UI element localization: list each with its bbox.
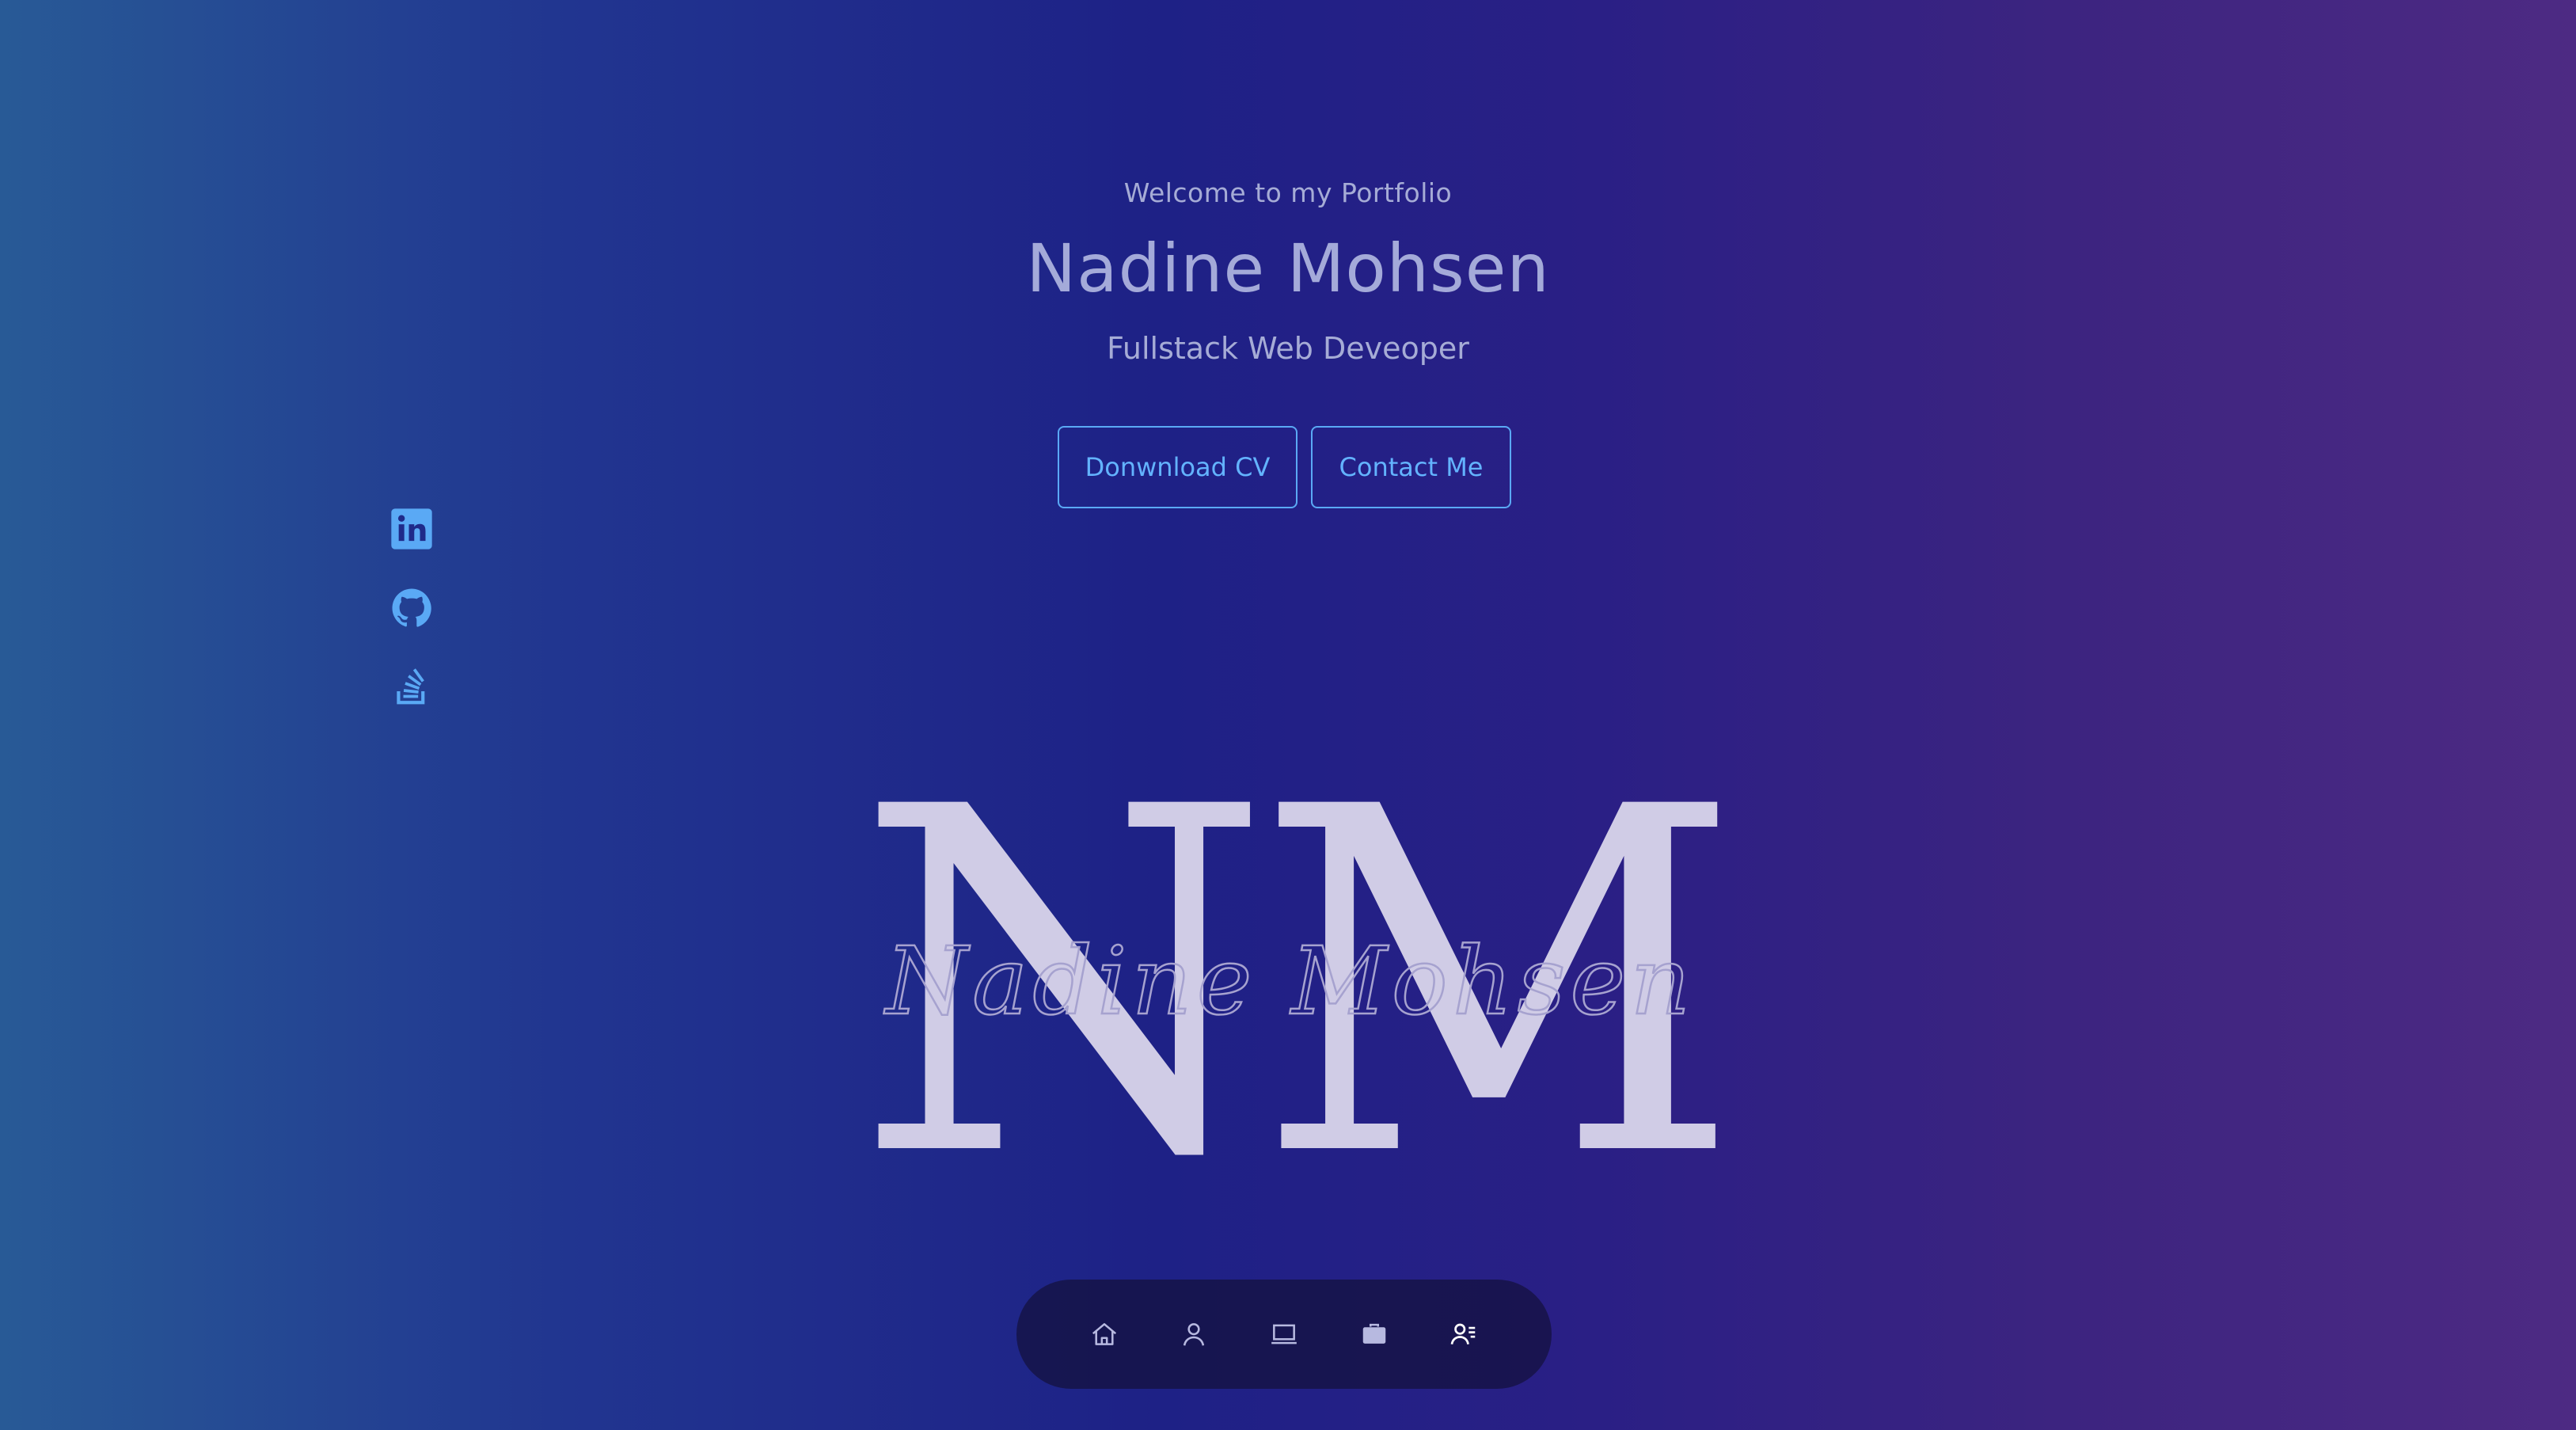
- download-cv-button[interactable]: Donwnload CV: [1058, 426, 1297, 508]
- nav-portfolio[interactable]: [1349, 1309, 1400, 1360]
- nm-monogram-logo: NM Nadine Mohsen: [855, 760, 1726, 1188]
- linkedin-link[interactable]: [389, 507, 434, 551]
- linkedin-icon: [391, 508, 432, 550]
- briefcase-icon: [1362, 1323, 1385, 1344]
- signature-text: Nadine Mohsen: [883, 926, 1695, 1036]
- nav-contact[interactable]: [1438, 1309, 1489, 1360]
- nav-home[interactable]: [1079, 1309, 1130, 1360]
- home-icon: [1092, 1323, 1116, 1345]
- github-link[interactable]: [389, 586, 434, 630]
- nav-experience[interactable]: [1259, 1309, 1309, 1360]
- role-subtitle: Fullstack Web Deveoper: [1107, 331, 1469, 366]
- bottom-nav-dock: [1016, 1280, 1552, 1389]
- welcome-text: Welcome to my Portfolio: [1123, 177, 1453, 208]
- stackoverflow-icon: [397, 668, 425, 705]
- stackoverflow-link[interactable]: [389, 664, 434, 708]
- laptop-icon: [1271, 1324, 1297, 1344]
- user-icon: [1184, 1323, 1205, 1346]
- contact-me-button[interactable]: Contact Me: [1311, 426, 1511, 508]
- contact-list-icon: [1450, 1323, 1476, 1344]
- nav-about[interactable]: [1168, 1309, 1219, 1360]
- page-title: Nadine Mohsen: [1026, 230, 1550, 307]
- github-icon: [392, 588, 431, 627]
